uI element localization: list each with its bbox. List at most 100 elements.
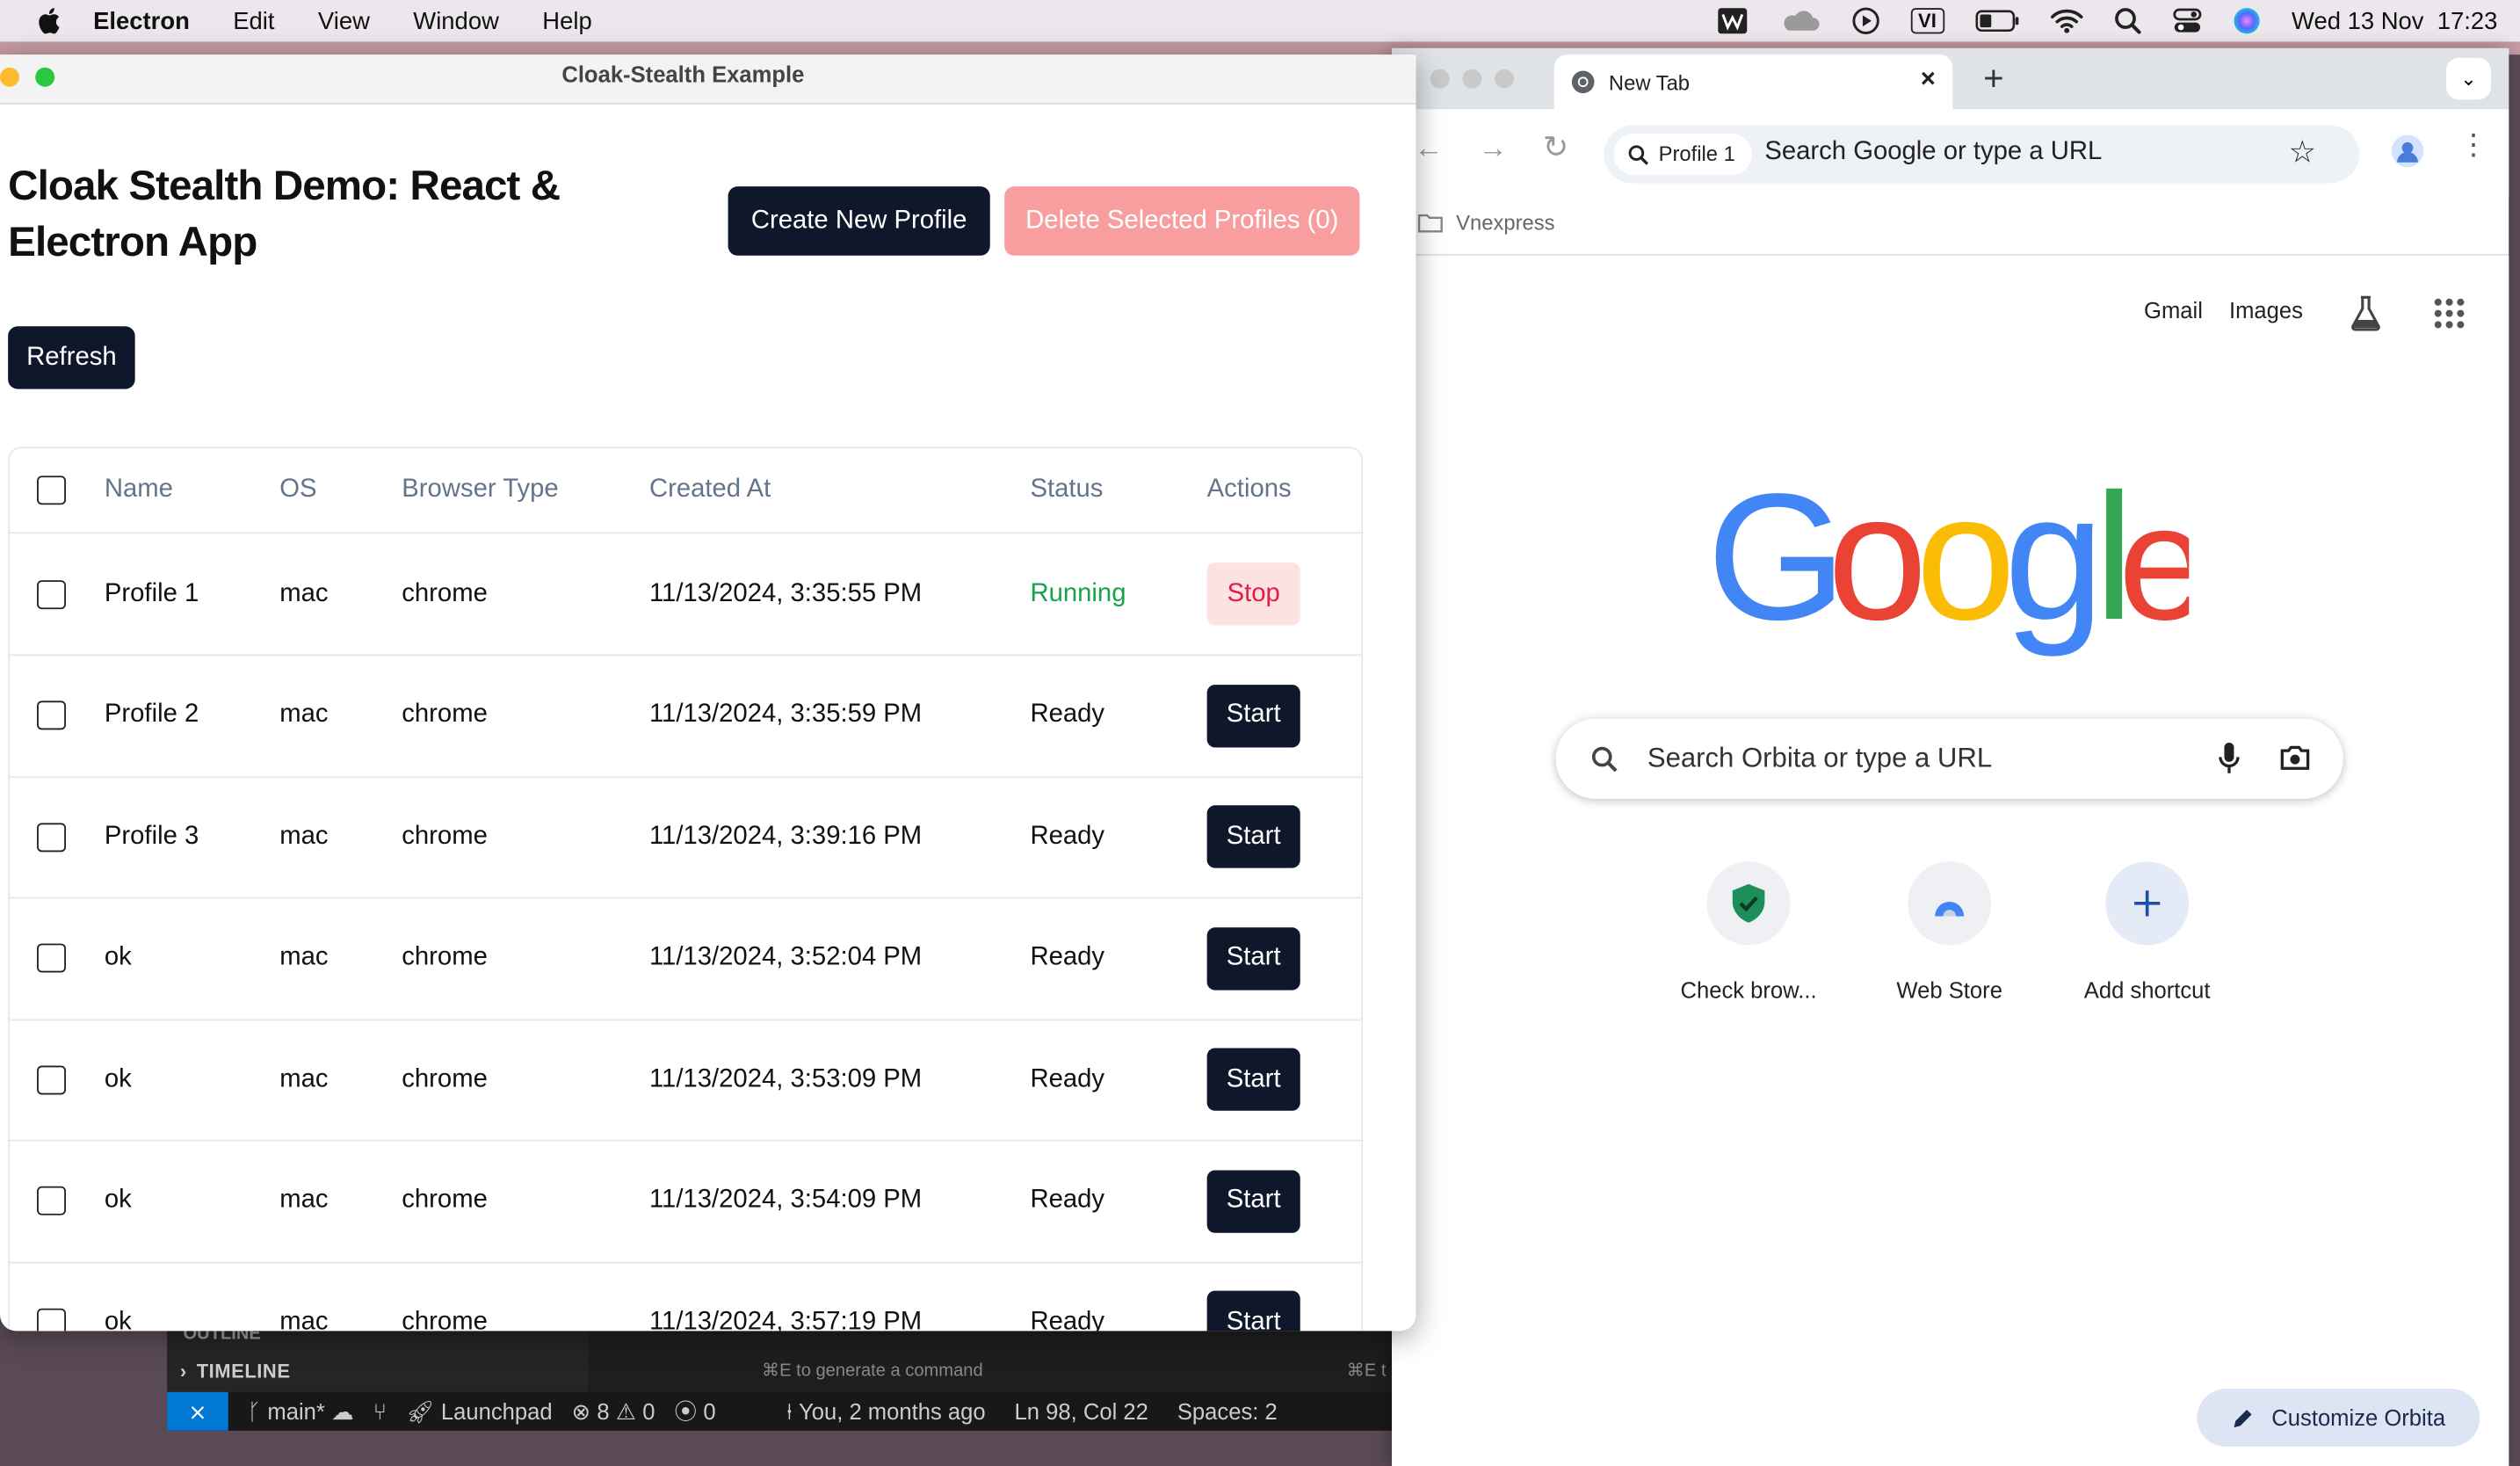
cursor-position[interactable]: Ln 98, Col 22 xyxy=(1015,1398,1148,1424)
browser-window: New Tab × + ⌄ ← → ↻ Profile 1 Search Goo… xyxy=(1392,47,2509,1466)
shield-check-icon xyxy=(1732,883,1765,923)
profile-avatar[interactable] xyxy=(2391,134,2424,168)
menu-window[interactable]: Window xyxy=(413,7,499,34)
row-checkbox[interactable] xyxy=(37,822,66,852)
launchpad-status[interactable]: 🚀︎ Launchpad xyxy=(406,1397,553,1425)
profile-os: mac xyxy=(279,822,329,850)
select-all-checkbox[interactable] xyxy=(37,475,66,505)
column-header-os[interactable]: OS xyxy=(279,448,316,532)
indentation-status[interactable]: Spaces: 2 xyxy=(1177,1398,1278,1424)
profile-chip[interactable]: Profile 1 xyxy=(1613,133,1752,176)
camera-lens-icon[interactable] xyxy=(2279,744,2312,772)
status-app-icon[interactable] xyxy=(1716,8,1749,34)
apple-icon[interactable] xyxy=(35,6,61,35)
shortcut-add[interactable]: Add shortcut xyxy=(2059,861,2235,1003)
tab-new-tab[interactable]: New Tab × xyxy=(1553,54,1953,110)
profile-name: Profile 3 xyxy=(104,822,199,850)
menu-view[interactable]: View xyxy=(318,7,370,34)
new-tab-button[interactable]: + xyxy=(1983,58,2004,100)
close-window-button[interactable] xyxy=(1430,69,1450,89)
remote-indicator[interactable]: ⨯ xyxy=(167,1391,228,1431)
row-checkbox[interactable] xyxy=(37,579,66,609)
profile-browser: chrome xyxy=(402,1186,488,1214)
column-header-actions: Actions xyxy=(1206,475,1292,504)
git-compare-icon: ⑂ xyxy=(373,1398,387,1425)
menu-edit[interactable]: Edit xyxy=(233,7,274,34)
menu-app-electron[interactable]: Electron xyxy=(93,7,190,34)
forward-button[interactable]: → xyxy=(1479,132,1508,165)
tab-search-button[interactable]: ⌄ xyxy=(2445,57,2492,100)
bookmark-star-icon[interactable]: ☆ xyxy=(2289,135,2316,172)
start-button[interactable]: Start xyxy=(1206,1290,1300,1332)
status-badge: Ready xyxy=(1030,822,1105,850)
delete-selected-button[interactable]: Delete Selected Profiles (0) xyxy=(1004,186,1360,256)
apps-grid-icon[interactable] xyxy=(2433,297,2466,330)
profile-os: mac xyxy=(279,943,329,971)
customize-button[interactable]: Customize Orbita xyxy=(2197,1389,2480,1448)
rocket-icon: 🚀︎ xyxy=(406,1397,435,1424)
status-badge: Ready xyxy=(1030,1307,1105,1332)
problems-status[interactable]: ⊗ 8 ⚠ 0 xyxy=(572,1397,655,1425)
start-button[interactable]: Start xyxy=(1206,926,1300,990)
reload-button[interactable]: ↻ xyxy=(1543,130,1568,167)
bookmark-vnexpress[interactable]: Vnexpress xyxy=(1417,211,1555,235)
row-checkbox[interactable] xyxy=(37,1064,66,1094)
source-control-status[interactable]: ⑂ xyxy=(373,1398,387,1424)
column-header-status[interactable]: Status xyxy=(1030,448,1103,532)
svg-text:G: G xyxy=(1707,481,1837,657)
kebab-menu-icon[interactable]: ⋮ xyxy=(2459,128,2488,162)
create-profile-button[interactable]: Create New Profile xyxy=(728,186,990,256)
column-header-name[interactable]: Name xyxy=(105,448,173,532)
column-header-browser-type[interactable]: Browser Type xyxy=(402,448,558,532)
shortcut-icon xyxy=(1908,861,1992,946)
shortcut-check-browser[interactable]: Check brow... xyxy=(1660,861,1836,1003)
timeline-section[interactable]: › TIMELINE xyxy=(180,1360,291,1383)
stop-button[interactable]: Stop xyxy=(1206,562,1300,626)
start-button[interactable]: Start xyxy=(1206,805,1300,868)
menu-clock[interactable]: Wed 13 Nov 17:23 xyxy=(2292,7,2497,34)
spotlight-search-icon[interactable] xyxy=(2113,6,2142,35)
back-button[interactable]: ← xyxy=(1415,132,1444,165)
start-button[interactable]: Start xyxy=(1206,1048,1300,1111)
siri-icon[interactable] xyxy=(2232,6,2261,35)
search-box[interactable]: Search Orbita or type a URL xyxy=(1555,718,2343,799)
launchpad-label: Launchpad xyxy=(440,1398,553,1425)
git-branch-status[interactable]: ᚴ main* ☁ xyxy=(248,1397,354,1425)
play-circle-icon[interactable] xyxy=(1850,6,1879,35)
start-button[interactable]: Start xyxy=(1206,1169,1300,1232)
search-icon xyxy=(1628,145,1648,165)
close-tab-icon[interactable]: × xyxy=(1921,66,1936,95)
row-checkbox[interactable] xyxy=(37,700,66,730)
table-row: ok mac chrome 11/13/2024, 3:52:04 PM Ready St… xyxy=(9,897,1362,1020)
terminal-hint-secondary: ⌘E t xyxy=(1346,1361,1387,1382)
ports-status[interactable]: ⦿ 0 xyxy=(674,1395,715,1427)
row-checkbox[interactable] xyxy=(37,1186,66,1216)
control-center-icon[interactable] xyxy=(2173,8,2202,33)
menu-help[interactable]: Help xyxy=(542,7,591,34)
refresh-button[interactable]: Refresh xyxy=(8,326,135,389)
row-checkbox[interactable] xyxy=(37,943,66,973)
input-source-badge[interactable]: VI xyxy=(1909,8,1944,34)
row-checkbox[interactable] xyxy=(37,1307,66,1332)
start-button[interactable]: Start xyxy=(1206,684,1300,747)
status-badge: Ready xyxy=(1030,1064,1105,1092)
svg-text:o: o xyxy=(1828,481,1921,657)
omnibox[interactable]: Profile 1 Search Google or type a URL ☆ xyxy=(1604,125,2360,184)
gmail-link[interactable]: Gmail xyxy=(2144,297,2203,323)
minimize-window-button[interactable] xyxy=(1462,69,1482,89)
warning-icon: ⚠ xyxy=(615,1397,636,1424)
blame-text: You, 2 months ago xyxy=(799,1398,986,1425)
microphone-icon[interactable] xyxy=(2218,741,2241,776)
images-link[interactable]: Images xyxy=(2229,297,2303,323)
labs-flask-icon[interactable] xyxy=(2350,295,2382,331)
tab-title: New Tab xyxy=(1608,70,1691,95)
column-header-created-at[interactable]: Created At xyxy=(649,448,771,532)
zoom-window-button[interactable] xyxy=(1495,69,1515,89)
git-blame-status[interactable]: ⍿ You, 2 months ago xyxy=(786,1397,986,1425)
battery-icon[interactable] xyxy=(1975,8,2020,33)
profile-os: mac xyxy=(279,579,329,607)
profile-created-at: 11/13/2024, 3:54:09 PM xyxy=(648,1186,923,1214)
cloud-icon[interactable] xyxy=(1778,8,1821,33)
wifi-icon[interactable] xyxy=(2050,8,2083,33)
shortcut-web-store[interactable]: Web Store xyxy=(1861,861,2038,1003)
